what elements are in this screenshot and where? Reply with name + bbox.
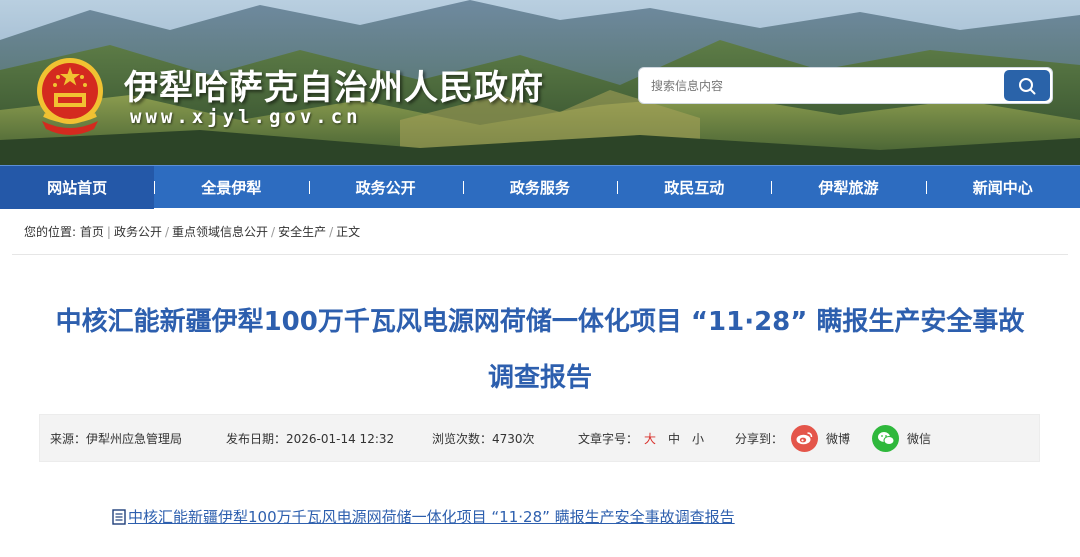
share-control: 分享到： 微博 微信 [735, 424, 945, 452]
main-nav: 网站首页 全景伊犁 政务公开 政务服务 政民互动 伊犁旅游 新闻中心 [0, 165, 1080, 209]
article-title-line1: 中核汇能新疆伊犁100万千瓦风电源网荷储一体化项目 “11·28” 瞒报生产安全… [55, 307, 1025, 337]
attachment-link-row[interactable]: 中核汇能新疆伊犁100万千瓦风电源网荷储一体化项目 “11·28” 瞒报生产安全… [112, 506, 735, 527]
wechat-icon [872, 424, 900, 452]
article-meta-bar: 来源：伊犁州应急管理局 发布日期：2026-01-14 12:32 浏览次数：4… [39, 414, 1040, 462]
document-icon [112, 508, 126, 525]
share-weibo-button[interactable]: 微博 [791, 424, 864, 452]
font-size-large[interactable]: 大 [644, 430, 656, 447]
share-wechat-label: 微信 [907, 431, 932, 446]
article-publish-date: 发布日期：2026-01-14 12:32 [226, 431, 395, 446]
search-input[interactable] [639, 68, 1004, 103]
breadcrumb-prefix: 您的位置: [24, 225, 77, 239]
share-wechat-button[interactable]: 微信 [872, 424, 945, 452]
article-view-count: 浏览次数：4730次 [432, 431, 535, 446]
nav-item-interaction[interactable]: 政民互动 [617, 166, 771, 209]
search-button[interactable] [1004, 70, 1050, 101]
breadcrumb: 您的位置: 首页 | 政务公开 / 重点领域信息公开 / 安全生产 / 正文 [24, 225, 361, 239]
breadcrumb-link-home[interactable]: 首页 [80, 225, 104, 239]
font-size-label: 文章字号： [578, 431, 639, 446]
article-source: 来源：伊犁州应急管理局 [50, 431, 183, 446]
nav-item-gov-affairs-open[interactable]: 政务公开 [308, 166, 463, 209]
breadcrumb-link-gov-affairs[interactable]: 政务公开 [114, 225, 162, 239]
nav-item-news[interactable]: 新闻中心 [925, 166, 1080, 209]
breadcrumb-link-safety[interactable]: 安全生产 [278, 225, 326, 239]
site-title: 伊犁哈萨克自治州人民政府 [124, 68, 544, 108]
font-size-medium[interactable]: 中 [668, 430, 680, 447]
article-title-line2: 调查报告 [487, 363, 592, 393]
font-size-small[interactable]: 小 [692, 430, 704, 447]
search-box [638, 67, 1053, 104]
weibo-icon [791, 424, 819, 452]
font-size-control: 文章字号： 大 中 小 [578, 430, 735, 447]
site-url: www.xjyl.gov.cn [130, 106, 362, 128]
nav-item-home[interactable]: 网站首页 [0, 166, 155, 209]
share-label: 分享到： [735, 431, 784, 446]
share-weibo-label: 微博 [826, 431, 851, 446]
attachment-link[interactable]: 中核汇能新疆伊犁100万千瓦风电源网荷储一体化项目 “11·28” 瞒报生产安全… [128, 506, 735, 527]
national-emblem-icon [37, 58, 103, 135]
nav-item-gov-services[interactable]: 政务服务 [462, 166, 617, 209]
nav-item-panorama[interactable]: 全景伊犁 [154, 166, 308, 209]
header-banner: 伊犁哈萨克自治州人民政府 www.xjyl.gov.cn [0, 0, 1080, 165]
breadcrumb-link-key-areas[interactable]: 重点领域信息公开 [172, 225, 268, 239]
divider [12, 254, 1068, 255]
breadcrumb-current: 正文 [336, 225, 361, 239]
nav-item-tourism[interactable]: 伊犁旅游 [771, 166, 925, 209]
article-title: 中核汇能新疆伊犁100万千瓦风电源网荷储一体化项目 “11·28” 瞒报生产安全… [30, 294, 1050, 406]
search-icon [1019, 77, 1036, 94]
